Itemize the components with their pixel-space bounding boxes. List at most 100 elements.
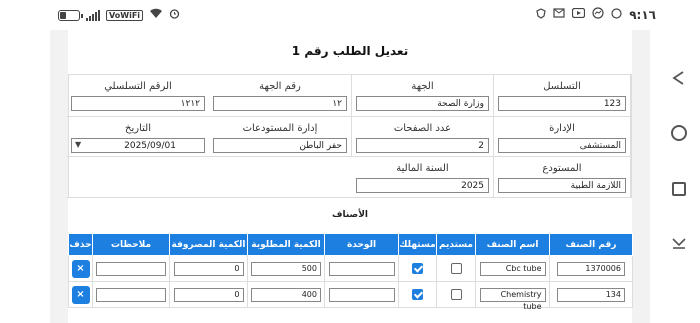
recent-apps-icon[interactable] xyxy=(672,182,686,196)
item-number-cell: 1370006 xyxy=(549,255,633,282)
date-cell: التاريخ 2025/09/01 ▼ xyxy=(67,117,209,157)
dispensed-qty-input[interactable]: 0 xyxy=(173,287,244,302)
notes-input[interactable] xyxy=(96,287,166,302)
fiscal-year-label: السنة المالية xyxy=(396,163,449,174)
hide-keyboard-icon[interactable] xyxy=(671,236,687,254)
unit-input[interactable] xyxy=(328,261,395,276)
status-bar-right: ٩:١٦ xyxy=(536,7,656,22)
status-bar: VoWiFi ٩:١٦ xyxy=(0,0,660,30)
warehouse-admin-input[interactable]: حفر الباطن xyxy=(213,138,347,153)
consumable-checkbox[interactable] xyxy=(412,289,423,300)
warehouse-cell: المستودع اللازمة الطبية xyxy=(494,157,631,198)
delete-cell: × xyxy=(68,281,93,308)
item-number-input[interactable]: 1370006 xyxy=(557,261,625,276)
shield-icon xyxy=(536,7,546,22)
requested-qty-cell: 400 xyxy=(247,281,325,308)
dispensed-qty-cell: 0 xyxy=(169,281,248,308)
delete-cell: × xyxy=(68,255,93,282)
unit-input[interactable] xyxy=(328,287,395,302)
navigation-bar xyxy=(660,0,700,323)
home-icon[interactable] xyxy=(671,125,687,141)
vowifi-label: VoWiFi xyxy=(106,9,144,21)
sequence-input[interactable]: 123 xyxy=(498,96,626,111)
column-header-item-name: اسم الصنف xyxy=(475,233,550,256)
signal-icon xyxy=(86,9,100,21)
item-name-input[interactable]: Cbc tube xyxy=(479,261,546,276)
column-header-item-number: رقم الصنف xyxy=(549,233,633,256)
page-background: تعديل الطلب رقم 1 التسلسل 123 الجهة وزار… xyxy=(50,30,650,323)
entity-number-label: رقم الجهة xyxy=(259,81,301,92)
page-count-label: عدد الصفحات xyxy=(393,123,452,134)
durable-cell xyxy=(436,281,476,308)
notes-input[interactable] xyxy=(96,261,166,276)
mail-icon xyxy=(553,8,565,21)
date-label: التاريخ xyxy=(125,123,151,134)
warehouse-admin-cell: إدارة المستودعات حفر الباطن xyxy=(209,117,352,157)
requested-qty-cell: 500 xyxy=(247,255,325,282)
dispensed-qty-input[interactable]: 0 xyxy=(173,261,244,276)
date-value: 2025/09/01 xyxy=(124,141,176,151)
page-count-cell: عدد الصفحات 2 xyxy=(352,117,494,157)
dispensed-qty-cell: 0 xyxy=(169,255,248,282)
consumable-cell xyxy=(398,281,437,308)
table-row: 134 Chemistry tube 400 0 × xyxy=(68,281,633,311)
consumable-checkbox[interactable] xyxy=(412,263,423,274)
column-header-consumable: مستهلك xyxy=(398,233,437,256)
unit-cell xyxy=(324,281,399,308)
sequence-cell: التسلسل 123 xyxy=(494,75,631,117)
entity-input[interactable]: وزارة الصحة xyxy=(356,96,489,111)
warehouse-admin-label: إدارة المستودعات xyxy=(242,123,318,134)
department-input[interactable]: المستشفى xyxy=(498,138,626,153)
warehouse-label: المستودع xyxy=(542,163,582,174)
column-header-dispensed-qty: الكمية المصروفة xyxy=(169,233,248,256)
page-count-input[interactable]: 2 xyxy=(356,138,489,153)
serial-number-cell: الرقم التسلسلي ١٢١٢ xyxy=(67,75,209,117)
column-header-unit: الوحدة xyxy=(324,233,399,256)
serial-number-label: الرقم التسلسلي xyxy=(104,81,172,92)
edit-request-form: تعديل الطلب رقم 1 التسلسل 123 الجهة وزار… xyxy=(67,30,633,323)
notes-cell xyxy=(92,255,170,282)
page-title: تعديل الطلب رقم 1 xyxy=(291,44,409,58)
item-number-input[interactable]: 134 xyxy=(557,287,625,302)
column-header-requested-qty: الكمية المطلوبة xyxy=(247,233,325,256)
items-table: رقم الصنف اسم الصنف مستديم مستهلك الوحدة… xyxy=(68,233,633,311)
item-name-cell: Cbc tube xyxy=(475,255,550,282)
back-icon[interactable] xyxy=(671,70,685,89)
fiscal-year-cell: السنة المالية 2025 xyxy=(352,157,494,198)
entity-number-input[interactable]: ١٢ xyxy=(213,96,347,111)
requested-qty-input[interactable]: 400 xyxy=(251,287,321,302)
entity-label: الجهة xyxy=(411,81,434,92)
requested-qty-input[interactable]: 500 xyxy=(251,261,321,276)
delete-row-button[interactable]: × xyxy=(71,285,90,304)
youtube-icon xyxy=(572,7,586,21)
unit-cell xyxy=(324,255,399,282)
department-cell: الإدارة المستشفى xyxy=(494,117,631,157)
status-bar-left: VoWiFi xyxy=(58,8,180,22)
clock-icon xyxy=(611,7,622,22)
battery-icon xyxy=(58,9,83,21)
empty-cell xyxy=(67,157,352,198)
items-section-title: الأصناف xyxy=(332,210,368,220)
chevron-down-icon: ▼ xyxy=(75,140,82,149)
fiscal-year-input[interactable]: 2025 xyxy=(356,178,489,193)
item-name-cell: Chemistry tube xyxy=(475,281,550,311)
wifi-icon xyxy=(149,8,163,22)
durable-checkbox[interactable] xyxy=(450,263,462,274)
alarm-icon xyxy=(169,8,180,22)
durable-checkbox[interactable] xyxy=(450,289,462,300)
delete-row-button[interactable]: × xyxy=(71,259,90,278)
request-details-grid: التسلسل 123 الجهة وزارة الصحة رقم الجهة … xyxy=(67,74,632,198)
notes-cell xyxy=(92,281,170,308)
department-label: الإدارة xyxy=(549,123,575,134)
durable-cell xyxy=(436,255,476,282)
column-header-notes: ملاحظات xyxy=(92,233,170,256)
messenger-icon xyxy=(592,7,604,22)
warehouse-input[interactable]: اللازمة الطبية xyxy=(498,178,626,193)
column-header-durable: مستديم xyxy=(436,233,476,256)
serial-number-input[interactable]: ١٢١٢ xyxy=(71,96,205,111)
sequence-label: التسلسل xyxy=(543,81,581,92)
table-row: 1370006 Cbc tube 500 0 × xyxy=(68,255,633,282)
item-name-input[interactable]: Chemistry tube xyxy=(479,287,546,311)
clock-time: ٩:١٦ xyxy=(629,7,656,22)
date-select[interactable]: 2025/09/01 ▼ xyxy=(71,138,205,153)
